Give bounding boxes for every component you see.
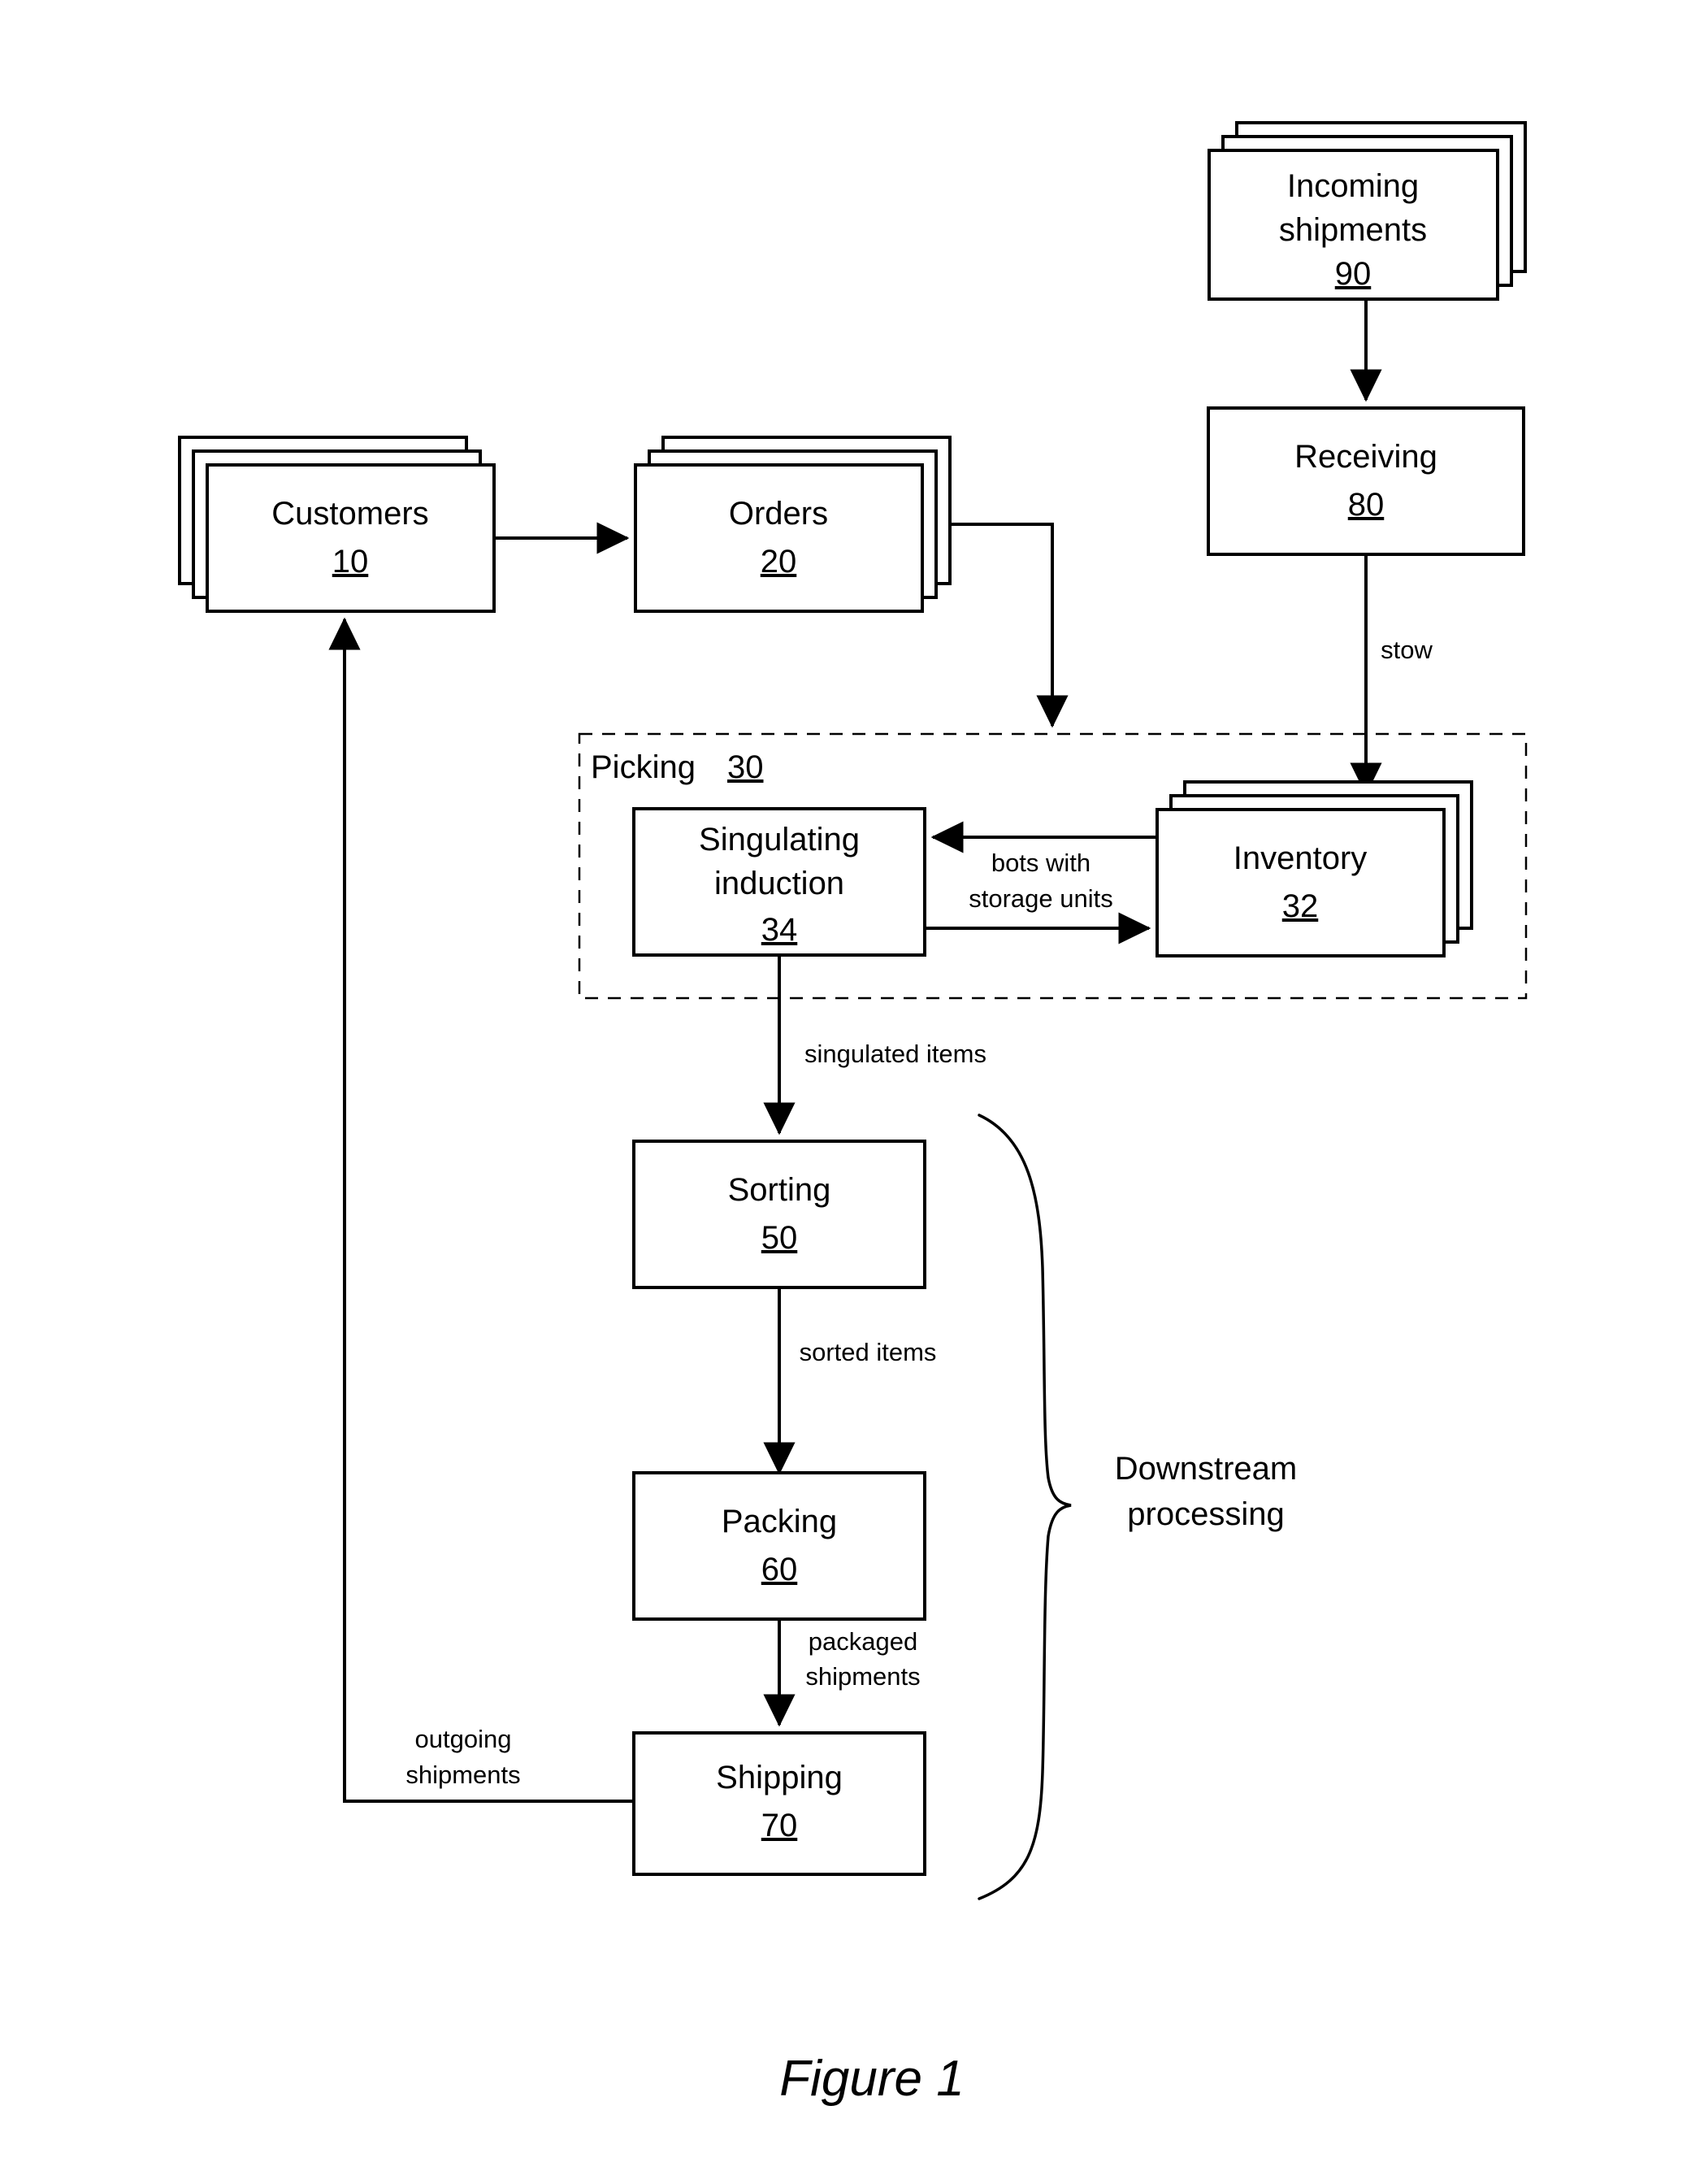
picking-group-label: Picking [591, 749, 696, 785]
shipping-label: Shipping [716, 1760, 843, 1795]
edge-label-sorted-items: sorted items [800, 1338, 937, 1366]
connector-shipping-to-customers [328, 617, 634, 1803]
singulating-induction-ref: 34 [761, 912, 798, 948]
customers-ref: 10 [332, 544, 369, 580]
packing-label: Packing [722, 1504, 837, 1539]
receiving-label: Receiving [1294, 439, 1437, 475]
figure-caption: Figure 1 [779, 2051, 964, 2107]
singulating-induction-label-line2: induction [714, 866, 844, 901]
edge-label-packaged-shipments-line1: packaged [809, 1627, 917, 1656]
orders-ref: 20 [761, 544, 797, 580]
node-customers[interactable]: Customers 10 [178, 436, 496, 613]
sorting-box [632, 1140, 926, 1289]
picking-group-ref: 30 [727, 749, 764, 785]
shipping-box [632, 1731, 926, 1876]
downstream-processing-brace [978, 1114, 1072, 1900]
orders-label: Orders [729, 496, 828, 532]
inventory-ref: 32 [1282, 888, 1319, 924]
node-shipping[interactable]: Shipping 70 [632, 1731, 926, 1876]
edge-label-stow: stow [1381, 636, 1433, 664]
customers-label: Customers [271, 496, 428, 532]
process-flow-diagram: Incoming shipments 90 Receiving 80 Custo… [178, 121, 1528, 2107]
packing-box [632, 1471, 926, 1621]
node-inventory[interactable]: Inventory 32 [1156, 780, 1473, 957]
customers-box [206, 463, 496, 613]
downstream-processing-label-line2: processing [1127, 1496, 1284, 1532]
connector-orders-to-picking [949, 523, 1069, 728]
incoming-shipments-ref: 90 [1335, 256, 1372, 292]
incoming-shipments-label-line1: Incoming [1287, 168, 1419, 204]
downstream-processing-label-line1: Downstream [1115, 1451, 1298, 1487]
node-receiving[interactable]: Receiving 80 [1207, 406, 1525, 556]
incoming-shipments-label-line2: shipments [1279, 212, 1427, 248]
singulating-induction-label-line1: Singulating [699, 822, 860, 858]
edge-label-outgoing-shipments-line1: outgoing [415, 1725, 512, 1753]
node-singulating-induction[interactable]: Singulating induction 34 [632, 807, 926, 957]
edge-label-outgoing-shipments-line2: shipments [405, 1761, 520, 1789]
packing-ref: 60 [761, 1552, 798, 1587]
shipping-ref: 70 [761, 1808, 798, 1843]
patent-figure-root: Incoming shipments 90 Receiving 80 Custo… [0, 0, 1704, 2184]
edge-label-packaged-shipments-line2: shipments [805, 1662, 920, 1691]
edge-label-bots-with-line2: storage units [969, 884, 1113, 913]
edge-label-singulated-items: singulated items [804, 1040, 986, 1068]
orders-box [634, 463, 924, 613]
receiving-ref: 80 [1348, 487, 1385, 523]
sorting-ref: 50 [761, 1220, 798, 1256]
receiving-box [1207, 406, 1525, 556]
node-packing[interactable]: Packing 60 [632, 1471, 926, 1621]
node-incoming-shipments[interactable]: Incoming shipments 90 [1208, 121, 1527, 301]
node-orders[interactable]: Orders 20 [634, 436, 952, 613]
sorting-label: Sorting [728, 1172, 831, 1208]
inventory-box [1156, 808, 1446, 957]
node-sorting[interactable]: Sorting 50 [632, 1140, 926, 1289]
edge-label-bots-with-line1: bots with [991, 849, 1090, 877]
inventory-label: Inventory [1234, 840, 1368, 876]
